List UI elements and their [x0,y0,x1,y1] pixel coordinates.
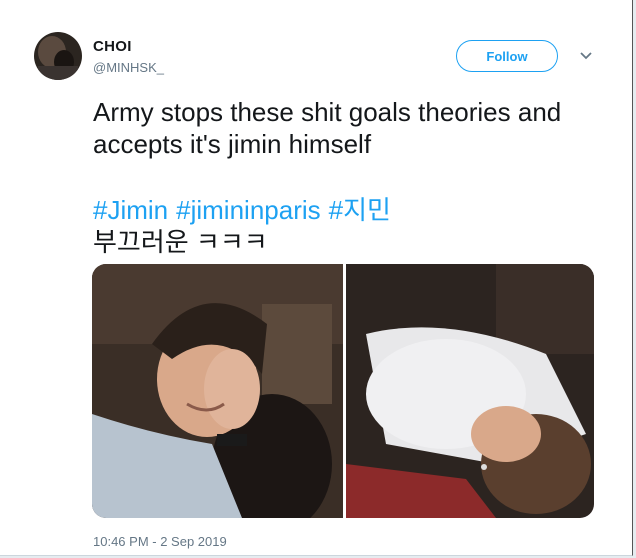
chevron-down-icon[interactable] [576,49,596,63]
korean-text: 부끄러운 ㅋㅋㅋ [93,227,268,257]
photo-right[interactable] [346,264,594,518]
tweet-text-line2: accepts it's jimin himself [93,129,372,159]
avatar[interactable] [34,32,82,80]
tweet-text: Army stops these shit goals theories and… [93,96,613,160]
photo-left[interactable] [92,264,343,518]
tweet-text-line1: Army stops these shit goals theories and [93,97,562,127]
avatar-image [34,32,82,80]
user-handle[interactable]: @MINHSK_ [93,60,164,75]
follow-button[interactable]: Follow [456,40,558,72]
tweet-timestamp[interactable]: 10:46 PM - 2 Sep 2019 [93,534,227,549]
tweet-media [92,264,594,518]
hashtag-row: #Jimin #jimininparis #지민 [93,194,399,226]
tweet-card: CHOI @MINHSK_ Follow Army stops these sh… [0,0,633,556]
display-name[interactable]: CHOI [93,38,132,55]
hashtag-link[interactable]: #Jimin [93,195,168,225]
hashtag-link[interactable]: #jimininparis [176,195,321,225]
hashtag-link[interactable]: #지민 [329,195,391,225]
